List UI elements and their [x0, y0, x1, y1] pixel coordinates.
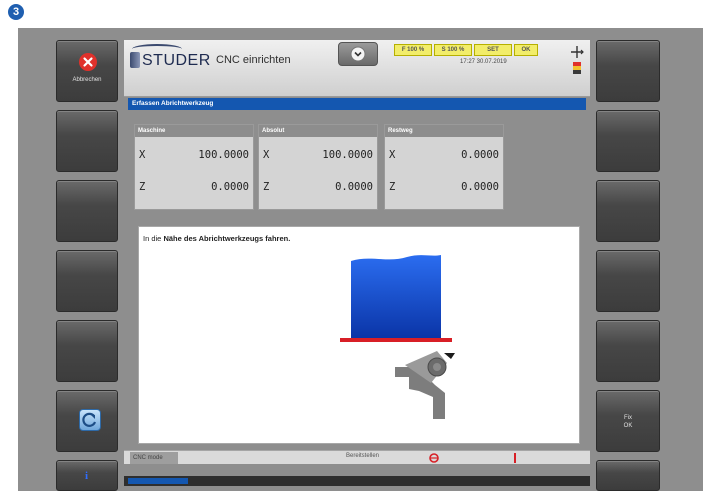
coord-row: Z 0.0000 — [261, 181, 373, 199]
refresh-icon — [79, 409, 101, 431]
right-softkey-2[interactable] — [596, 110, 660, 172]
axis-label: Z — [389, 181, 396, 193]
abort-softkey[interactable]: Abbrechen — [56, 40, 118, 102]
machine-coordinates-panel: Maschine X 100.0000 Z 0.0000 — [134, 124, 254, 210]
bottom-bar-accent — [128, 478, 188, 484]
section-title-bar: Erfassen Abrichtwerkzeug — [128, 98, 586, 110]
left-softkey-5[interactable] — [56, 320, 118, 382]
absolute-coordinates-panel: Absolut X 100.0000 Z 0.0000 — [258, 124, 378, 210]
axis-value: 0.0000 — [461, 181, 499, 193]
panel-title: Maschine — [135, 125, 253, 137]
bottom-bar — [124, 476, 590, 486]
axis-label: X — [139, 149, 146, 161]
fix-ok-softkey[interactable]: Fix OK — [596, 390, 660, 452]
coord-row: Z 0.0000 — [387, 181, 499, 199]
set-status: SET — [474, 44, 512, 56]
axis-label: Z — [263, 181, 270, 193]
right-softkey-4[interactable] — [596, 250, 660, 312]
coord-row: X 100.0000 — [261, 149, 373, 167]
info-icon: i — [85, 470, 89, 482]
gear-status-icon — [429, 453, 439, 463]
ok-label: OK — [623, 423, 633, 429]
axis-value: 0.0000 — [211, 181, 249, 193]
right-softkey-5[interactable] — [596, 320, 660, 382]
spindle-override-status: S 100 % — [434, 44, 472, 56]
close-x-icon — [79, 53, 97, 71]
dressing-illustration — [340, 255, 455, 419]
left-softkey-3[interactable] — [56, 180, 118, 242]
reference-line — [340, 338, 452, 342]
axis-value: 0.0000 — [461, 149, 499, 161]
grinding-wheel — [351, 255, 441, 339]
fix-label: Fix — [624, 415, 632, 421]
axis-label: Z — [139, 181, 146, 193]
axis-value: 100.0000 — [198, 149, 249, 161]
footer-tab[interactable]: CNC mode — [130, 452, 178, 464]
abort-label: Abbrechen — [72, 77, 102, 83]
footer-status-text: Bereitstellen — [346, 453, 380, 459]
datetime: 17:27 30.07.2019 — [460, 59, 507, 65]
coord-row: Z 0.0000 — [137, 181, 249, 199]
axis-value: 0.0000 — [335, 181, 373, 193]
left-softkey-4[interactable] — [56, 250, 118, 312]
graphic-area: In die Nähe des Abrichtwerkzeugs fahren. — [138, 226, 580, 444]
right-softkey-3[interactable] — [596, 180, 660, 242]
right-softkey-7[interactable] — [596, 460, 660, 491]
feed-override-status: F 100 % — [394, 44, 432, 56]
info-softkey[interactable]: i — [56, 460, 118, 491]
coord-row: X 100.0000 — [137, 149, 249, 167]
axis-label: X — [263, 149, 270, 161]
panel-title: Restweg — [385, 125, 503, 137]
remaining-distance-panel: Restweg X 0.0000 Z 0.0000 — [384, 124, 504, 210]
left-softkey-2[interactable] — [56, 110, 118, 172]
dressing-tool — [395, 351, 455, 419]
axis-label: X — [389, 149, 396, 161]
collapse-button[interactable] — [338, 42, 378, 66]
brand-logo-icon — [130, 52, 140, 68]
footer-status-bar: CNC mode Bereitstellen — [124, 450, 590, 464]
page-title: CNC einrichten — [216, 54, 291, 66]
refresh-softkey[interactable] — [56, 390, 118, 452]
axis-value: 100.0000 — [322, 149, 373, 161]
brand-name: STUDER — [142, 52, 211, 69]
ok-status: OK — [514, 44, 538, 56]
step-number-badge: 3 — [8, 4, 24, 20]
signal-light-icon — [573, 62, 581, 74]
axis-orientation-icon — [571, 46, 584, 58]
header-bar: STUDER CNC einrichten F 100 % S 100 % SE… — [124, 40, 590, 97]
panel-title: Absolut — [259, 125, 377, 137]
chevron-down-icon — [350, 46, 366, 62]
progress-marker — [514, 453, 516, 463]
right-softkey-1[interactable] — [596, 40, 660, 102]
coord-row: X 0.0000 — [387, 149, 499, 167]
